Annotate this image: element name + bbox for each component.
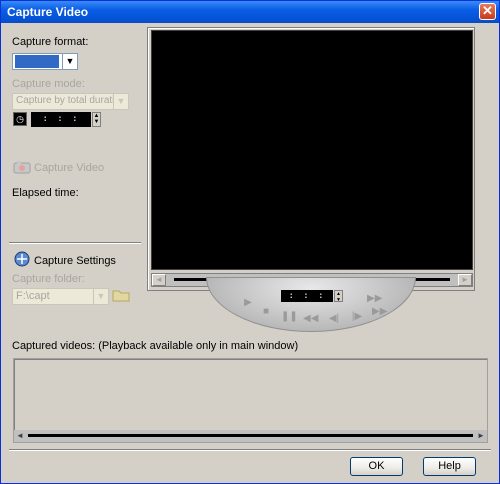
duration-field[interactable]: : : : (31, 112, 91, 127)
playback-timecode: : : : (281, 290, 333, 302)
capture-folder-label: Capture folder: (12, 273, 85, 285)
capture-mode-value: Capture by total duration (16, 95, 126, 106)
capture-video-button[interactable]: Capture Video (34, 162, 104, 174)
next-icon[interactable]: ▶▶ (367, 292, 382, 306)
timecode-stepper[interactable]: ▲ ▼ (334, 290, 343, 303)
play-icon[interactable]: ▶ (241, 296, 255, 310)
captured-videos-scrollbar[interactable]: ◄ ► (14, 430, 487, 442)
settings-icon (13, 251, 31, 267)
title-bar: Capture Video ✕ (1, 1, 499, 23)
capture-folder-value: F:\capt (16, 290, 50, 302)
capture-mode-label: Capture mode: (12, 78, 85, 90)
scroll-right-icon[interactable]: ► (475, 430, 487, 442)
elapsed-time-label: Elapsed time: (12, 187, 79, 199)
separator (9, 242, 141, 244)
capture-format-select[interactable]: ▼ (12, 53, 78, 70)
playback-controller: : : : ▲ ▼ ▶ ■ ❚❚ ◀◀ ◀| |▶ ▶▶ ▶▶ (206, 277, 416, 332)
clock-icon: ◷ (13, 112, 27, 126)
capture-video-dialog: Capture Video ✕ Capture format: ▼ Captur… (0, 0, 500, 484)
chevron-down-icon[interactable]: ▼ (93, 289, 108, 304)
ok-button[interactable]: OK (350, 457, 403, 476)
pause-icon[interactable]: ❚❚ (281, 310, 298, 324)
stop-icon[interactable]: ■ (259, 305, 273, 319)
help-button[interactable]: Help (423, 457, 476, 476)
chevron-down-icon[interactable]: ▼ (62, 54, 77, 69)
folder-icon[interactable] (112, 287, 131, 303)
chevron-down-icon[interactable]: ▼ (113, 94, 128, 109)
capture-format-label: Capture format: (12, 36, 89, 48)
duration-stepper[interactable]: ▲ ▼ (92, 112, 101, 127)
scroll-left-icon[interactable]: ◄ (14, 430, 26, 442)
scroll-right-icon[interactable]: ► (458, 274, 472, 286)
scroll-left-icon[interactable]: ◄ (152, 274, 166, 286)
capture-mode-select[interactable]: Capture by total duration ▼ (12, 93, 129, 110)
bottom-separator (9, 449, 491, 451)
step-back-icon[interactable]: ◀| (327, 312, 341, 326)
capture-format-selected (15, 55, 59, 68)
close-button[interactable]: ✕ (479, 3, 496, 20)
step-forward-icon[interactable]: |▶ (350, 310, 364, 324)
rewind-icon[interactable]: ◀◀ (303, 312, 318, 326)
video-preview (151, 30, 473, 270)
camera-icon (13, 160, 31, 174)
fast-forward-icon[interactable]: ▶▶ (372, 305, 387, 319)
capture-settings-button[interactable]: Capture Settings (34, 255, 116, 267)
scroll-track[interactable] (28, 434, 473, 437)
window-title: Capture Video (7, 5, 89, 19)
captured-videos-label: Captured videos: (Playback available onl… (12, 340, 299, 352)
capture-folder-select[interactable]: F:\capt ▼ (12, 288, 109, 305)
